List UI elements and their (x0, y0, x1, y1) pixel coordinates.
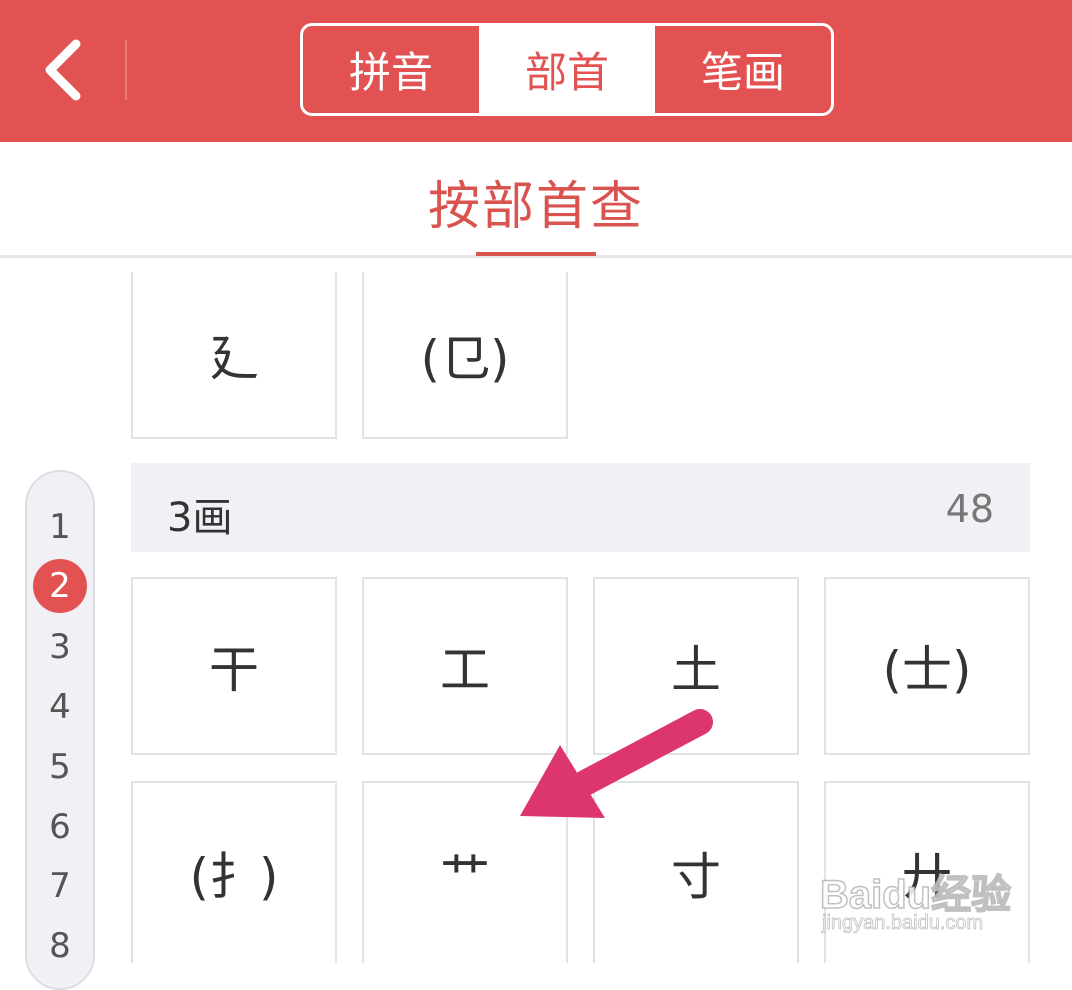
radical-cell[interactable]: 干 (131, 577, 337, 755)
divider (125, 40, 127, 100)
section-header: 3画 48 (131, 463, 1030, 552)
title-underline (476, 252, 596, 256)
stroke-index-item[interactable]: 6 (27, 799, 93, 855)
back-button[interactable] (30, 36, 100, 106)
watermark-url: jingyan.baidu.com (822, 912, 984, 935)
section-count: 48 (945, 487, 994, 531)
stroke-index-item-active[interactable]: 2 (27, 558, 93, 614)
search-mode-tabs: 拼音 部首 笔画 (300, 23, 834, 116)
tab-radical[interactable]: 部首 (479, 26, 655, 113)
page-title: 按部首查 (427, 177, 644, 237)
radical-cell[interactable]: 艹 (362, 781, 568, 963)
stroke-index-item[interactable]: 8 (27, 918, 93, 974)
watermark: Baidu经验 jingyan.baidu.com (819, 862, 1020, 942)
stroke-index-item[interactable]: 7 (27, 858, 93, 914)
radical-cell[interactable]: (士) (824, 577, 1030, 755)
tab-pinyin[interactable]: 拼音 (303, 26, 479, 113)
stroke-index-item[interactable]: 3 (27, 619, 93, 675)
section-title: 3画 (167, 495, 233, 541)
stroke-index-bar: 1 2 3 4 5 6 7 8 (25, 470, 95, 990)
title-area: 按部首查 (0, 142, 1072, 258)
radical-cell[interactable]: 工 (362, 577, 568, 755)
stroke-index-item[interactable]: 5 (27, 739, 93, 795)
radical-cell[interactable]: 寸 (593, 781, 799, 963)
tab-strokes[interactable]: 笔画 (655, 26, 831, 113)
radical-cell[interactable]: (㔾) (362, 272, 568, 439)
radical-cell[interactable]: 土 (593, 577, 799, 755)
chevron-left-icon (45, 39, 81, 101)
stroke-index-item[interactable]: 1 (27, 499, 93, 555)
stroke-index-item[interactable]: 4 (27, 679, 93, 735)
radical-cell[interactable]: (扌) (131, 781, 337, 963)
top-bar: 拼音 部首 笔画 (0, 0, 1072, 142)
radical-cell[interactable]: 廴 (131, 272, 337, 439)
